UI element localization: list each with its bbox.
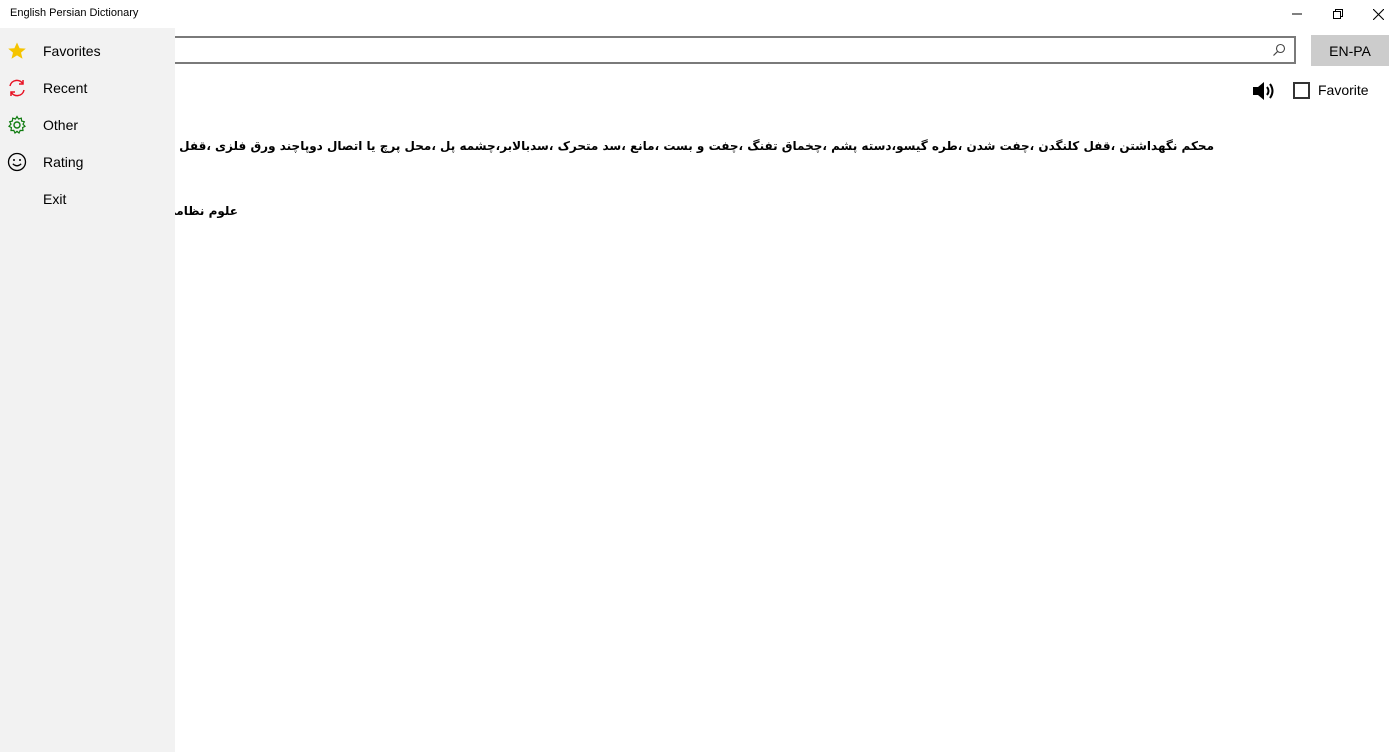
sidebar-item-rating[interactable]: Rating	[0, 143, 175, 180]
sidebar-item-favorites[interactable]: Favorites	[0, 32, 175, 69]
search-input[interactable]	[178, 41, 1262, 61]
navigation-pane: Favorites Recent Other Rating Exit	[0, 28, 175, 752]
app-window: English Persian Dictionary EN-PA Favorit…	[0, 0, 1399, 752]
language-toggle-button[interactable]: EN-PA	[1311, 35, 1389, 66]
sidebar-item-label: Other	[43, 116, 79, 133]
refresh-icon	[7, 78, 27, 98]
definition-text: محکم نگهداشتن ،قفل کلنگدن ،چفت شدن ،طره …	[0, 139, 1214, 153]
search-icon[interactable]	[1272, 43, 1286, 57]
favorite-checkbox[interactable]	[1293, 82, 1310, 99]
sidebar-item-label: Recent	[43, 79, 88, 96]
star-icon	[7, 41, 27, 61]
close-button[interactable]	[1358, 0, 1398, 28]
app-title: English Persian Dictionary	[10, 7, 139, 19]
sidebar-item-label: Rating	[43, 153, 84, 170]
sidebar-item-exit[interactable]: Exit	[0, 180, 175, 217]
sidebar-item-recent[interactable]: Recent	[0, 69, 175, 106]
search-box[interactable]	[168, 36, 1296, 64]
sidebar-item-label: Favorites	[43, 42, 101, 59]
gear-icon	[7, 114, 27, 135]
title-bar: English Persian Dictionary	[0, 0, 1399, 28]
close-icon	[1372, 8, 1384, 20]
smiley-icon	[7, 152, 27, 172]
restore-button[interactable]	[1318, 0, 1358, 28]
speaker-icon[interactable]	[1251, 80, 1275, 102]
sidebar-item-label: Exit	[43, 190, 67, 207]
sidebar-item-other[interactable]: Other	[0, 106, 175, 143]
minimize-button[interactable]	[1277, 0, 1317, 28]
restore-icon	[1333, 9, 1343, 19]
favorite-label[interactable]: Favorite	[1318, 82, 1369, 98]
minimize-icon	[1292, 13, 1302, 15]
